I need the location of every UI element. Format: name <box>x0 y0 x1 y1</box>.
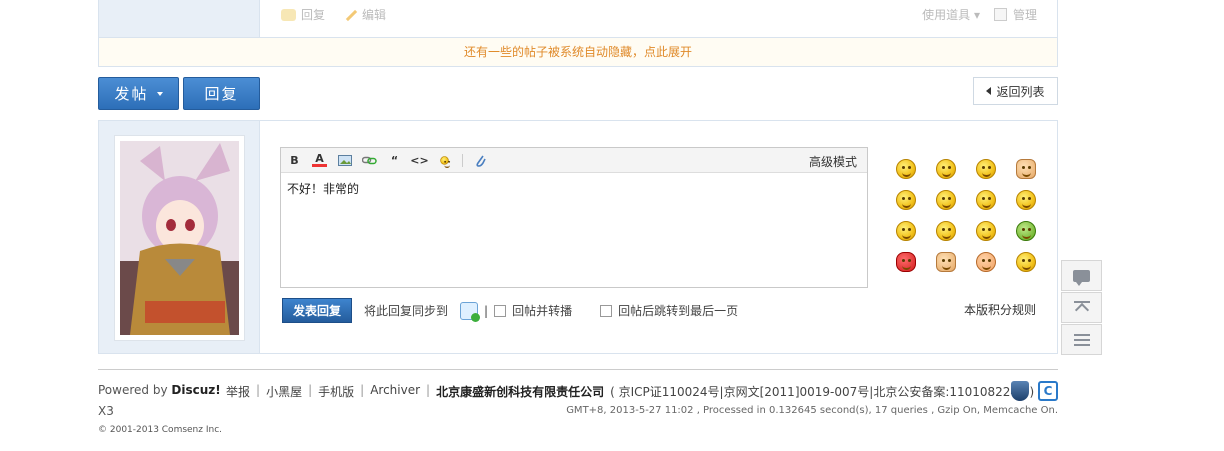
post-edit-link[interactable]: 编辑 <box>343 6 386 23</box>
post-right-actions: 使用道具 ▾ 管理 <box>922 6 1037 23</box>
sync-separator: | <box>484 303 489 318</box>
list-side-button[interactable] <box>1061 324 1102 355</box>
smiley-sad-icon[interactable] <box>936 190 956 210</box>
reply-button[interactable]: 回复 <box>183 77 260 110</box>
list-icon <box>1073 333 1090 346</box>
footer-links: 举报 | 小黑屋 | 手机版 | Archiver | 北京康盛新创科技有限责任公司 (… <box>226 383 1035 400</box>
footer-icp[interactable]: ( 京ICP证110024号|京网文[2011]0019-007号|北京公安备案… <box>610 383 1034 400</box>
back-to-list-button[interactable]: 返回列表 <box>973 77 1058 105</box>
smiley-panel <box>896 159 1036 272</box>
credits-rules-link[interactable]: 本版积分规则 <box>964 301 1036 318</box>
reply-user-column <box>99 121 260 353</box>
code-button[interactable]: <> <box>410 153 428 168</box>
footer-link-mobile[interactable]: 手机版 <box>318 383 354 400</box>
jump-last-checkbox[interactable] <box>600 304 613 317</box>
smiley-wink-icon[interactable] <box>1016 252 1036 272</box>
chat-bubble-icon <box>1073 269 1090 286</box>
triangle-left-icon <box>986 87 992 95</box>
footer-divider <box>98 369 1058 370</box>
pencil-icon <box>343 8 357 22</box>
arrow-up-icon <box>1073 300 1090 315</box>
reply-editor: B A “ <> 高级模式 不好！非常的 <box>280 147 868 288</box>
post-reply-link[interactable]: 回复 <box>281 6 325 23</box>
avatar[interactable] <box>114 135 245 341</box>
submit-row: 发表回复 将此回复同步到 | 回帖并转播 回帖后跳转到最后一页 <box>282 298 738 323</box>
footer-link-report[interactable]: 举报 <box>226 383 250 400</box>
hidden-posts-notice[interactable]: 还有一些的帖子被系统自动隐藏，点此展开 <box>98 37 1058 67</box>
smiley-tongue-icon[interactable] <box>1016 190 1036 210</box>
advanced-mode-link[interactable]: 高级模式 <box>809 153 857 170</box>
bold-button[interactable]: B <box>287 153 302 168</box>
quick-reply-panel: B A “ <> 高级模式 不好！非常的 发表回复 将此回复同步到 | 回帖并转… <box>98 120 1058 354</box>
reply-icon <box>281 8 296 21</box>
sync-label: 将此回复同步到 <box>364 304 449 318</box>
footer-company[interactable]: 北京康盛新创科技有限责任公司 <box>436 383 604 400</box>
version-label: X3 <box>98 404 114 418</box>
cnzz-icon[interactable]: C <box>1038 381 1058 401</box>
jump-last-option[interactable]: 回帖后跳转到最后一页 <box>600 302 738 319</box>
manage-checkbox[interactable] <box>993 8 1007 21</box>
avatar-image <box>120 141 239 335</box>
smiley-hug-icon[interactable] <box>1016 221 1036 241</box>
toolbar-divider <box>462 153 463 167</box>
smiley-shy-icon[interactable] <box>936 221 956 241</box>
quick-reply-side-button[interactable] <box>1061 260 1102 291</box>
smiley-lol-icon[interactable] <box>976 159 996 179</box>
page-stats: GMT+8, 2013-5-27 11:02 , Processed in 0.… <box>566 405 1058 416</box>
new-post-button[interactable]: 发帖 <box>98 77 179 110</box>
smiley-mad-icon[interactable] <box>976 252 996 272</box>
copyright: © 2001-2013 Comsenz Inc. <box>98 425 223 435</box>
smiley-titter-icon[interactable] <box>976 221 996 241</box>
victory-hand-icon[interactable] <box>1016 159 1036 179</box>
use-tools-menu[interactable]: 使用道具 ▾ <box>922 6 980 23</box>
footer-link-archiver[interactable]: Archiver <box>370 383 420 400</box>
manage-toggle[interactable]: 管理 <box>993 6 1037 23</box>
smiley-smile-icon[interactable] <box>896 190 916 210</box>
footer-link-blacklist[interactable]: 小黑屋 <box>266 383 302 400</box>
repost-option[interactable]: 回帖并转播 <box>494 302 572 319</box>
security-shield-icon[interactable] <box>1011 381 1029 401</box>
link-icon[interactable] <box>362 153 377 168</box>
font-color-button[interactable]: A <box>312 152 327 167</box>
quote-button[interactable]: “ <box>387 153 402 168</box>
editor-toolbar: B A “ <> 高级模式 <box>281 148 867 173</box>
smiley-biggrin-icon[interactable] <box>976 190 996 210</box>
side-toolbar <box>1061 260 1102 356</box>
reply-textarea[interactable]: 不好！非常的 <box>281 173 867 204</box>
post-actions: 回复 编辑 <box>281 6 386 23</box>
post-author-column <box>99 0 260 37</box>
back-to-top-button[interactable] <box>1061 292 1102 323</box>
discuz-link[interactable]: Discuz! <box>171 383 220 397</box>
attachment-icon[interactable] <box>473 153 488 168</box>
handshake-icon[interactable] <box>936 252 956 272</box>
repost-checkbox[interactable] <box>494 304 507 317</box>
smiley-icon[interactable] <box>437 153 452 168</box>
sync-weibo-icon[interactable] <box>460 301 481 322</box>
chevron-down-icon <box>156 91 163 96</box>
powered-by: Powered by Discuz! <box>98 383 221 397</box>
lips-icon[interactable] <box>896 252 916 272</box>
smiley-huffy-icon[interactable] <box>936 159 956 179</box>
smiley-kiss-icon[interactable] <box>896 221 916 241</box>
submit-reply-button[interactable]: 发表回复 <box>282 298 352 323</box>
image-icon[interactable] <box>337 153 352 168</box>
previous-post-tail: 回复 编辑 使用道具 ▾ 管理 <box>98 0 1058 37</box>
smiley-cry-icon[interactable] <box>896 159 916 179</box>
